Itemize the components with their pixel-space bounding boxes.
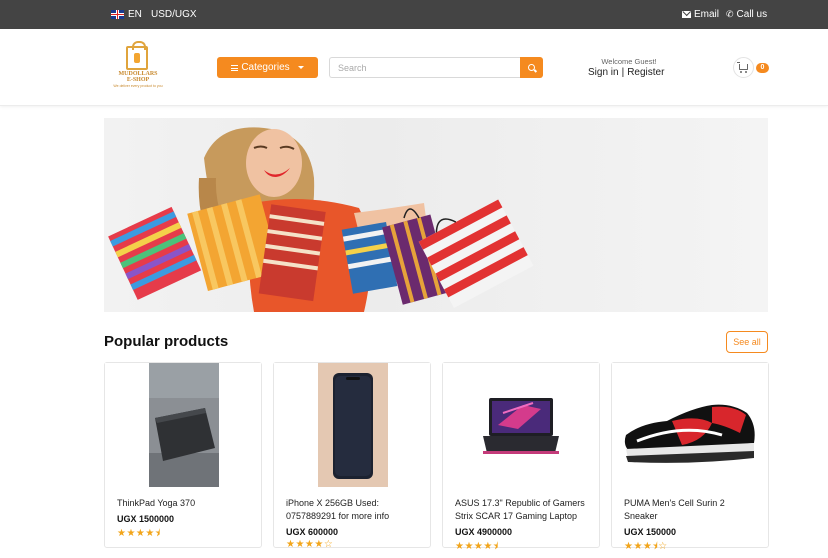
product-card[interactable]: ThinkPad Yoga 370 UGX 1500000 ★★★★⯨: [104, 362, 262, 548]
categories-button[interactable]: Categories: [217, 57, 318, 78]
register-link[interactable]: Register: [627, 67, 664, 78]
phone-icon: ✆: [726, 9, 734, 19]
call-label: Call us: [736, 9, 768, 20]
shopping-cart-icon: [737, 62, 748, 73]
language-selector[interactable]: EN: [111, 9, 142, 20]
product-name[interactable]: iPhone X 256GB Used: 0757889291 for more…: [286, 497, 421, 523]
hero-banner[interactable]: [104, 118, 768, 312]
product-price: UGX 600000: [286, 527, 339, 537]
envelope-icon: [682, 11, 691, 18]
product-price: UGX 1500000: [117, 514, 175, 524]
shopping-bag-logo-icon: [126, 41, 148, 70]
caret-down-icon: [297, 66, 304, 69]
product-name[interactable]: ThinkPad Yoga 370: [117, 497, 252, 510]
auth-separator: |: [621, 67, 625, 78]
call-us-link[interactable]: ✆ Call us: [726, 9, 767, 20]
language-label: EN: [128, 9, 142, 20]
popular-products-heading: Popular products: [104, 333, 229, 350]
auth-links: Sign in | Register: [588, 67, 664, 78]
currency-selector[interactable]: USD/UGX: [151, 9, 197, 20]
site-logo[interactable]: MUDOLLARS E-SHOP We deliver every product…: [113, 41, 163, 94]
search-button[interactable]: [520, 57, 543, 78]
product-image-gaming-laptop: [443, 363, 599, 488]
top-bar: EN USD/UGX Email ✆ Call us: [0, 0, 828, 29]
site-header: MUDOLLARS E-SHOP We deliver every product…: [0, 29, 828, 106]
product-card[interactable]: PUMA Men's Cell Surin 2 Sneaker UGX 1500…: [611, 362, 769, 552]
product-name[interactable]: ASUS 17.3" Republic of Gamers Strix SCAR…: [455, 497, 590, 523]
bars-icon: [231, 64, 239, 71]
email-label: Email: [694, 9, 720, 20]
search-input[interactable]: [329, 57, 521, 78]
cart-count-badge: 0: [756, 63, 769, 73]
see-all-button[interactable]: See all: [726, 331, 768, 353]
banner-shopping-woman-image: [108, 127, 534, 312]
product-image-sneaker: [612, 363, 768, 488]
cart-button[interactable]: [733, 57, 754, 78]
email-link[interactable]: Email: [682, 9, 719, 20]
sign-in-link[interactable]: Sign in: [588, 67, 619, 78]
rating-stars-icon: ★★★★⯨: [455, 541, 499, 552]
welcome-text: Welcome Guest!: [601, 57, 657, 66]
product-price: UGX 4900000: [455, 527, 513, 537]
search-icon: [528, 64, 535, 71]
rating-stars-icon: ★★★⯨☆: [624, 541, 668, 552]
product-card[interactable]: ASUS 17.3" Republic of Gamers Strix SCAR…: [442, 362, 600, 552]
rating-stars-icon: ★★★★⯨: [117, 528, 161, 539]
uk-flag-icon: [111, 10, 124, 19]
categories-label: Categories: [241, 62, 290, 73]
product-price: UGX 150000: [624, 527, 677, 537]
product-name[interactable]: PUMA Men's Cell Surin 2 Sneaker: [624, 497, 759, 523]
product-card[interactable]: iPhone X 256GB Used: 0757889291 for more…: [273, 362, 431, 550]
rating-stars-icon: ★★★★☆: [286, 539, 334, 550]
product-image-phone: [274, 363, 430, 488]
product-image-laptop: [105, 363, 261, 488]
